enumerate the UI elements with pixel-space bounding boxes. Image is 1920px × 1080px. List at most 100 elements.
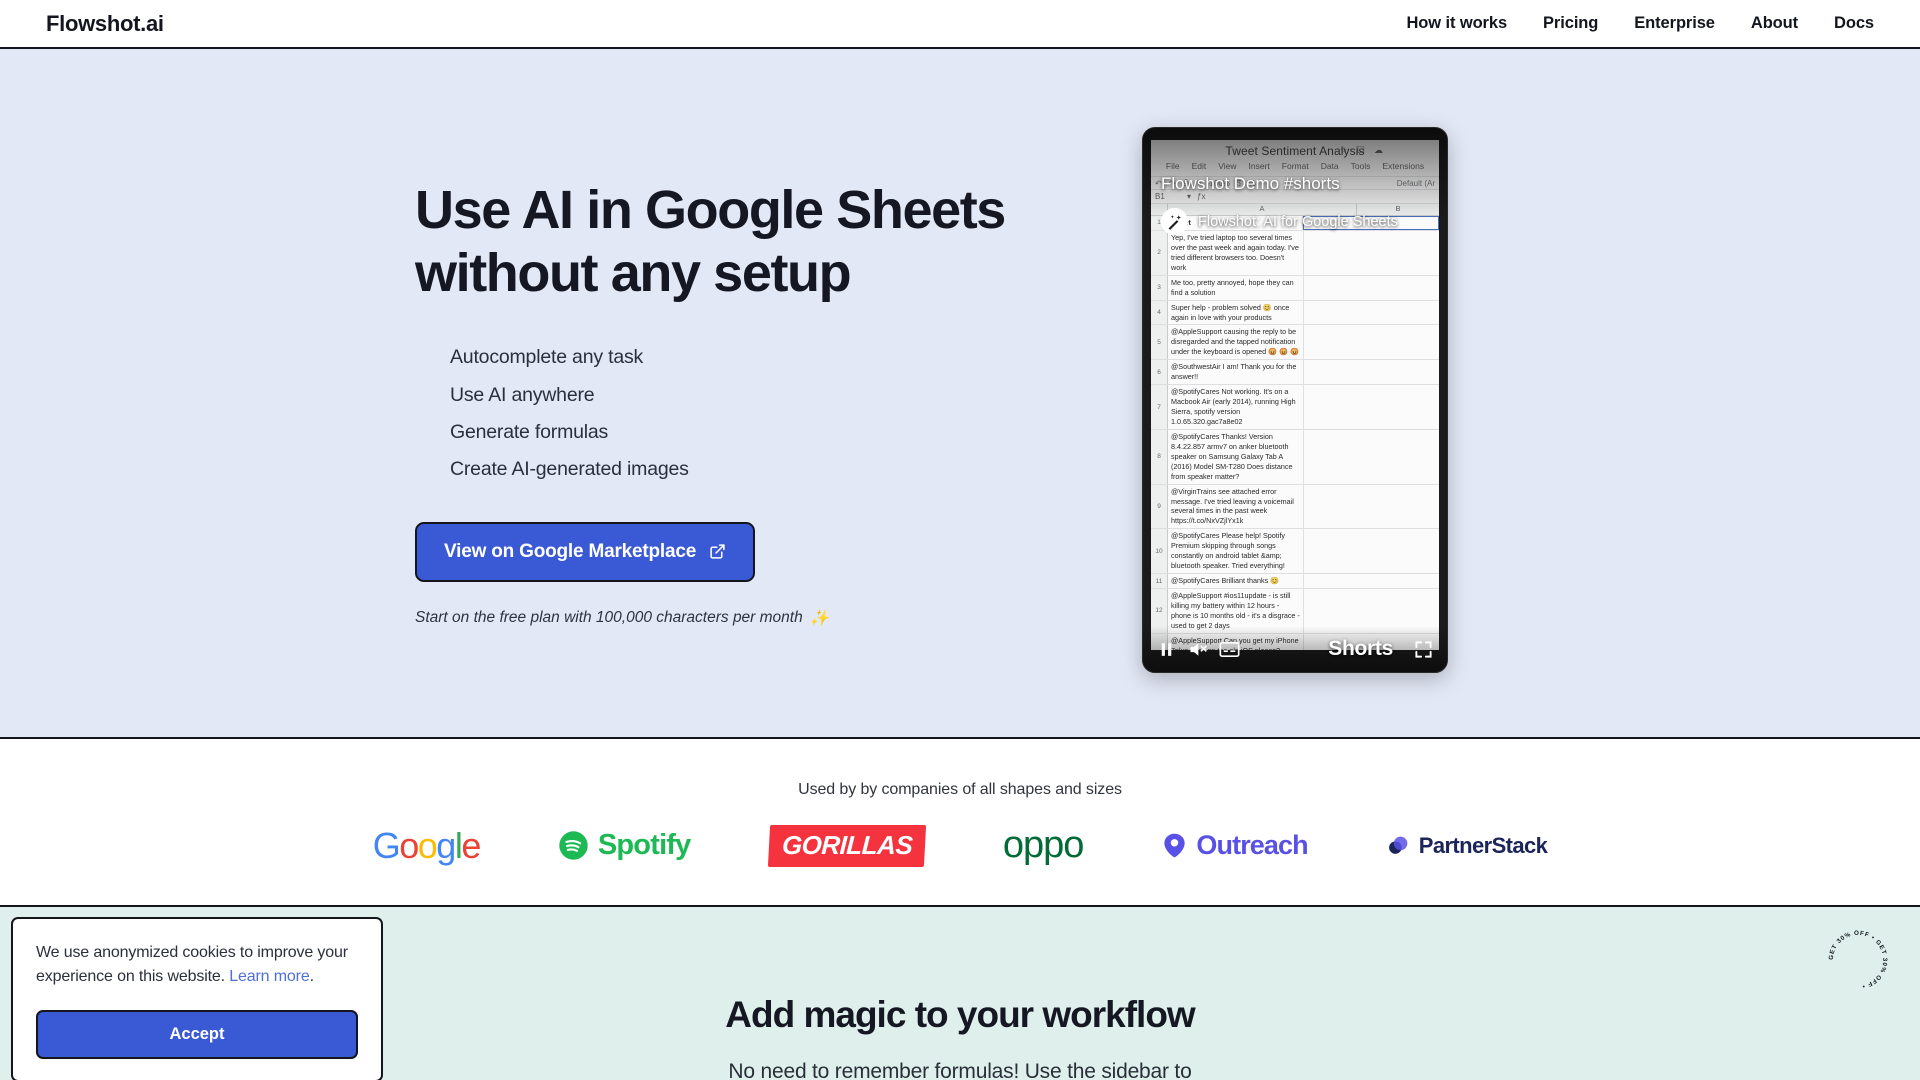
spreadsheet-row: 5 @AppleSupport causing the reply to be d…	[1151, 325, 1439, 361]
menu-data: Data	[1320, 161, 1339, 171]
hero-section: Use AI in Google Sheets without any setu…	[0, 49, 1920, 739]
cell-a[interactable]: Yep, I've tried laptop too several times…	[1168, 230, 1304, 275]
mute-button[interactable]	[1187, 639, 1208, 660]
view-on-google-marketplace-button[interactable]: View on Google Marketplace	[415, 521, 756, 582]
discount-badge-text: GET 30% OFF • GET 30% OFF •	[1828, 930, 1888, 990]
cookie-learn-more-link[interactable]: Learn more	[229, 968, 309, 985]
outreach-logo: Outreach	[1161, 830, 1309, 861]
cell-b[interactable]	[1304, 574, 1439, 588]
row-number: 8	[1151, 429, 1168, 484]
cookie-message-period: .	[309, 968, 314, 986]
partnerstack-icon	[1388, 836, 1408, 854]
spotify-icon	[559, 831, 588, 860]
cell-a[interactable]: @SpotifyCares Not working. It's on a Mac…	[1168, 385, 1304, 429]
spreadsheet-row: 7 @SpotifyCares Not working. It's on a Ma…	[1151, 385, 1439, 430]
cta-label: View on Google Marketplace	[444, 540, 697, 562]
pause-button[interactable]	[1157, 640, 1176, 659]
pause-icon	[1161, 642, 1172, 656]
magic-wand-glyph	[1168, 214, 1181, 230]
cell-b[interactable]	[1304, 301, 1439, 325]
main-nav: How it works Pricing Enterprise About Do…	[1406, 14, 1874, 33]
partnerstack-logo: PartnerStack	[1386, 833, 1548, 859]
subtitles-button[interactable]	[1219, 641, 1240, 657]
cell-b[interactable]	[1304, 430, 1439, 484]
row-number: 7	[1151, 385, 1168, 429]
cell-b[interactable]	[1304, 485, 1439, 529]
captions-icon	[1219, 641, 1240, 657]
nav-item-enterprise[interactable]: Enterprise	[1634, 14, 1715, 33]
spreadsheet-title: Tweet Sentiment Analysis	[1225, 144, 1365, 158]
cell-b[interactable]	[1304, 360, 1439, 384]
row-number: 5	[1151, 325, 1168, 360]
fullscreen-icon	[1415, 640, 1432, 658]
discount-badge[interactable]: GET 30% OFF • GET 30% OFF •	[1820, 922, 1896, 998]
row-number: 2	[1151, 230, 1168, 275]
site-header: Flowshot.ai How it works Pricing Enterpr…	[0, 0, 1920, 49]
free-plan-note-text: Start on the free plan with 100,000 char…	[415, 609, 803, 626]
row-number: 4	[1151, 300, 1168, 325]
fullscreen-button[interactable]	[1414, 640, 1433, 659]
video-controls: Shorts	[1143, 626, 1447, 672]
spreadsheet-row: 10 @SpotifyCares Please help! Spotify Pre…	[1151, 529, 1439, 575]
cookie-message: We use anonymized cookies to improve you…	[36, 941, 358, 990]
move-folder-icon: ☐	[1356, 145, 1365, 155]
spreadsheet-rows: 1Tweet2Yep, I've tried laptop too severa…	[1151, 216, 1439, 650]
nav-item-how-it-works[interactable]: How it works	[1406, 14, 1507, 33]
cell-a[interactable]: @SpotifyCares Thanks! Version 8.4.22.857…	[1168, 429, 1304, 484]
nav-item-about[interactable]: About	[1751, 14, 1798, 33]
cell-a[interactable]: Super help - problem solved 😊 once again…	[1168, 300, 1304, 325]
headline-line-2: without any setup	[415, 242, 852, 303]
cell-b[interactable]	[1304, 385, 1439, 429]
cell-b[interactable]	[1304, 276, 1439, 300]
menu-format: Format	[1281, 161, 1309, 171]
cloud-icon: ☁	[1374, 145, 1383, 155]
feature-list: Autocomplete any task Use AI anywhere Ge…	[415, 344, 1075, 482]
menu-insert: Insert	[1248, 161, 1270, 171]
menu-tools: Tools	[1350, 161, 1371, 171]
demo-video-player[interactable]: Tweet Sentiment Analysis ☆ ☐ ☁ File Edit…	[1142, 127, 1448, 673]
row-number: 3	[1151, 275, 1168, 300]
outreach-icon	[1164, 833, 1186, 858]
cell-a[interactable]: @SpotifyCares Brilliant thanks 😊	[1168, 574, 1304, 588]
video-title: Flowshot Demo #shorts	[1161, 174, 1340, 193]
spreadsheet-row: 6 @SouthwestAir I am! Thank you for the a…	[1151, 360, 1439, 386]
social-proof-heading: Used by by companies of all shapes and s…	[798, 781, 1122, 798]
menu-edit: Edit	[1191, 161, 1207, 171]
menu-extensions: Extensions	[1382, 161, 1425, 171]
cell-b[interactable]	[1304, 529, 1439, 573]
cookie-consent-banner: We use anonymized cookies to improve you…	[11, 917, 383, 1080]
headline-line-1: Use AI in Google Sheets	[415, 180, 1006, 240]
menu-view: View	[1218, 161, 1237, 171]
cell-a[interactable]: @AppleSupport causing the reply to be di…	[1168, 325, 1304, 360]
google-logo: Google	[372, 824, 482, 866]
page-title: Use AI in Google Sheets without any setu…	[415, 179, 1075, 304]
sparkles-icon: ✨	[809, 609, 830, 627]
row-number: 9	[1151, 484, 1168, 529]
oppo-logo: oppo	[1002, 824, 1085, 866]
speaker-muted-icon	[1190, 642, 1207, 656]
cookie-accept-button[interactable]: Accept	[36, 1009, 358, 1059]
cell-b[interactable]	[1304, 231, 1439, 275]
cell-a[interactable]: @VirginTrains see attached error message…	[1168, 484, 1304, 529]
font-name-label: Default (Ar	[1396, 178, 1435, 188]
spreadsheet-row: 2 Yep, I've tried laptop too several time…	[1151, 230, 1439, 276]
star-icon: ☆	[1339, 145, 1348, 155]
spreadsheet-menubar: File Edit View Insert Format Data Tools …	[1151, 161, 1439, 171]
feature-item-generate-formulas: Generate formulas	[450, 420, 609, 443]
spreadsheet-row: 9 @VirginTrains see attached error messag…	[1151, 484, 1439, 530]
nav-item-docs[interactable]: Docs	[1834, 14, 1874, 33]
cell-a[interactable]: @SpotifyCares Please help! Spotify Premi…	[1168, 529, 1304, 574]
cell-a[interactable]: @SouthwestAir I am! Thank you for the an…	[1168, 360, 1304, 385]
cell-b[interactable]	[1304, 325, 1439, 359]
shorts-label: Shorts	[1328, 637, 1393, 660]
nav-item-pricing[interactable]: Pricing	[1543, 14, 1598, 33]
cell-a[interactable]: Me too, pretty annoyed, hope they can fi…	[1168, 275, 1304, 300]
spotify-logo: Spotify	[558, 829, 691, 862]
free-plan-note: Start on the free plan with 100,000 char…	[415, 609, 1075, 628]
spreadsheet-row: 8 @SpotifyCares Thanks! Version 8.4.22.85…	[1151, 429, 1439, 485]
page-root: Flowshot.ai How it works Pricing Enterpr…	[0, 0, 1920, 1080]
video-channel[interactable]: Flowshot: AI for Google Sheets	[1161, 208, 1398, 235]
site-logo[interactable]: Flowshot.ai	[46, 11, 164, 37]
feature-item-autocomplete: Autocomplete any task	[450, 346, 644, 369]
magic-wand-icon	[1161, 208, 1188, 235]
